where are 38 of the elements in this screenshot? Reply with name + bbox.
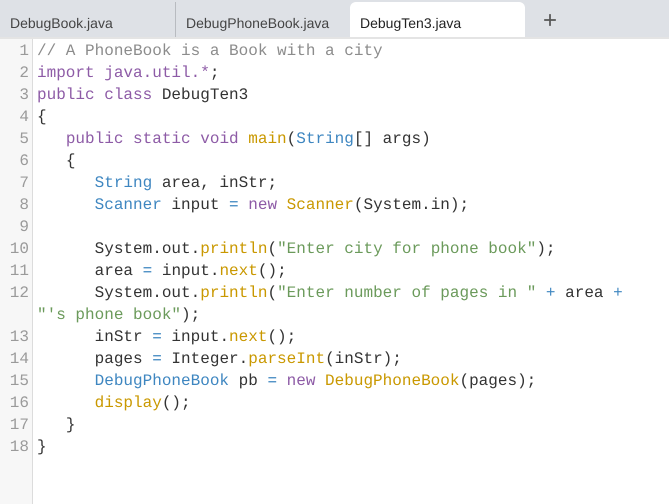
line-number: 18 <box>8 437 30 458</box>
line-number: 15 <box>8 371 30 392</box>
line-number: 5 <box>18 129 30 150</box>
code-line: area = input.next(); <box>94 261 288 282</box>
line-number: 2 <box>18 63 30 84</box>
line-number: 1 <box>18 41 30 62</box>
code-line: } <box>64 415 76 436</box>
line-number: 10 <box>8 239 30 260</box>
code-line: } <box>36 437 48 458</box>
code-line: pages = Integer.parseInt(inStr); <box>94 349 403 370</box>
line-number: 3 <box>18 85 30 106</box>
file-tab[interactable]: DebugTen3.java <box>350 2 525 37</box>
code-line: inStr = input.next(); <box>94 327 298 348</box>
code-line: public static void main(String[] args) <box>64 129 432 150</box>
code-line: display(); <box>94 393 192 414</box>
code-line: DebugPhoneBook pb = new DebugPhoneBook(pages); <box>94 371 538 392</box>
code-line: // A PhoneBook is a Book with a city <box>36 41 384 62</box>
new-tab-button[interactable]: + <box>537 6 564 36</box>
line-number: 7 <box>18 173 30 194</box>
code-line: import java.util.*; <box>36 63 220 84</box>
code-line: { <box>64 151 76 172</box>
line-number: 11 <box>8 261 30 282</box>
line-number: 12 <box>8 283 30 304</box>
line-number: 9 <box>18 217 30 238</box>
line-number: 13 <box>8 327 30 348</box>
code-line: System.out.println("Enter city for phone book"); <box>94 239 557 260</box>
line-number: 4 <box>18 107 30 128</box>
line-number: 17 <box>8 415 30 436</box>
code-line: Scanner input = new Scanner(System.in); <box>94 195 470 216</box>
code-line: { <box>36 107 48 128</box>
file-tab[interactable]: DebugBook.java <box>0 2 175 37</box>
line-number: 14 <box>8 349 30 370</box>
line-number: 8 <box>18 195 30 216</box>
code-line: public class DebugTen3 <box>36 85 250 106</box>
line-number: 6 <box>18 151 30 172</box>
code-line: String area, inStr; <box>94 173 278 194</box>
line-number: 16 <box>8 393 30 414</box>
code-line: System.out.println("Enter number of pages in " + area + "'s phone book"); <box>36 283 624 326</box>
